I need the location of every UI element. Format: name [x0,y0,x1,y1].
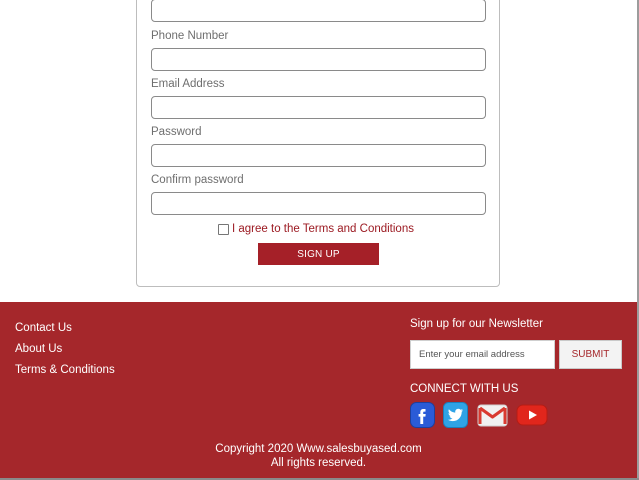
connect-title: CONNECT WITH US [410,383,519,395]
email-label: Email Address [151,78,225,90]
newsletter-email-input[interactable]: Enter your email address [410,340,555,369]
newsletter-title: Sign up for our Newsletter [410,318,543,330]
contact-us-link[interactable]: Contact Us [15,322,72,334]
terms-agreement: I agree to the Terms and Conditions [218,222,414,236]
twitter-icon[interactable] [443,402,468,428]
email-field[interactable] [151,96,486,119]
facebook-icon[interactable] [410,402,435,428]
terms-checkbox[interactable] [218,223,229,235]
footer: Contact Us About Us Terms & Conditions S… [0,302,637,478]
name-field[interactable] [151,0,486,22]
newsletter-email-placeholder: Enter your email address [419,349,525,360]
about-us-link[interactable]: About Us [15,343,62,355]
copyright-line-1: Copyright 2020 Www.salesbuyased.com [215,443,422,455]
confirm-password-field[interactable] [151,192,486,215]
confirm-password-label: Confirm password [151,174,244,186]
terms-agreement-label[interactable]: I agree to the Terms and Conditions [232,223,414,235]
password-field[interactable] [151,144,486,167]
gmail-icon[interactable] [477,402,508,428]
copyright-line-2: All rights reserved. [270,457,367,469]
phone-label: Phone Number [151,30,229,42]
phone-field[interactable] [151,48,486,71]
signup-button[interactable]: SIGN UP [258,243,379,265]
terms-conditions-link[interactable]: Terms & Conditions [15,364,115,376]
youtube-icon[interactable] [516,402,548,428]
password-label: Password [151,126,202,138]
newsletter-submit-button[interactable]: SUBMIT [559,340,622,369]
